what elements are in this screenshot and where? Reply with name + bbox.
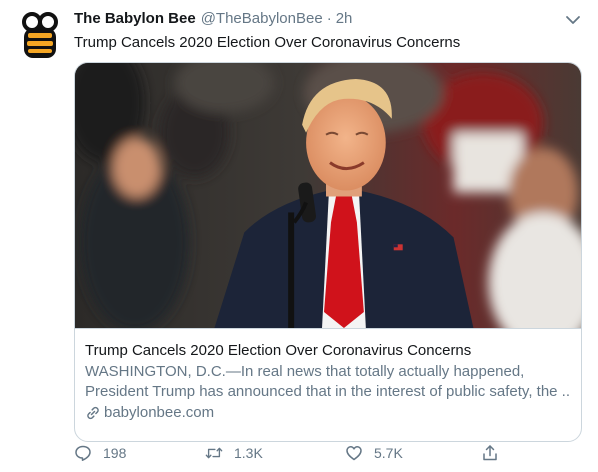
bee-logo-icon	[22, 12, 58, 58]
share-button[interactable]	[481, 444, 510, 462]
user-handle[interactable]: @TheBabylonBee	[201, 10, 323, 27]
card-domain[interactable]: babylonbee.com	[85, 403, 571, 423]
link-icon	[87, 406, 99, 420]
tweet-text: Trump Cancels 2020 Election Over Coronav…	[74, 34, 461, 51]
like-count: 5.7K	[374, 445, 403, 461]
separator-dot: ·	[326, 10, 332, 27]
like-button[interactable]: 5.7K	[345, 444, 403, 462]
share-icon	[483, 445, 497, 461]
chevron-down-icon	[566, 16, 580, 24]
tweet-header: The Babylon Bee @TheBabylonBee · 2h	[74, 10, 584, 32]
retweet-icon	[205, 447, 223, 459]
tweet[interactable]: The Babylon Bee @TheBabylonBee · 2h Trum…	[74, 10, 584, 461]
card-info[interactable]: Trump Cancels 2020 Election Over Coronav…	[75, 329, 581, 423]
retweet-count: 1.3K	[234, 445, 263, 461]
card-description: WASHINGTON, D.C.—In real news that total…	[85, 362, 571, 402]
heart-icon	[346, 446, 362, 461]
timestamp[interactable]: 2h	[336, 10, 353, 27]
link-card[interactable]: Trump Cancels 2020 Election Over Coronav…	[74, 62, 582, 442]
reply-icon	[75, 445, 91, 461]
tweet-actions: 198 1.3K 5.7K	[74, 444, 584, 464]
card-description-line: President Trump has announced that in th…	[85, 383, 571, 400]
retweet-button[interactable]: 1.3K	[205, 444, 263, 462]
reply-button[interactable]: 198	[74, 444, 126, 462]
avatar[interactable]	[16, 12, 64, 60]
card-title[interactable]: Trump Cancels 2020 Election Over Coronav…	[85, 341, 571, 361]
card-image[interactable]	[75, 63, 581, 329]
display-name[interactable]: The Babylon Bee	[74, 10, 196, 27]
reply-count: 198	[103, 445, 127, 461]
card-domain-text: babylonbee.com	[104, 404, 215, 421]
tweet-menu-button[interactable]	[562, 12, 584, 28]
card-description-line: WASHINGTON, D.C.—In real news that total…	[85, 363, 525, 380]
